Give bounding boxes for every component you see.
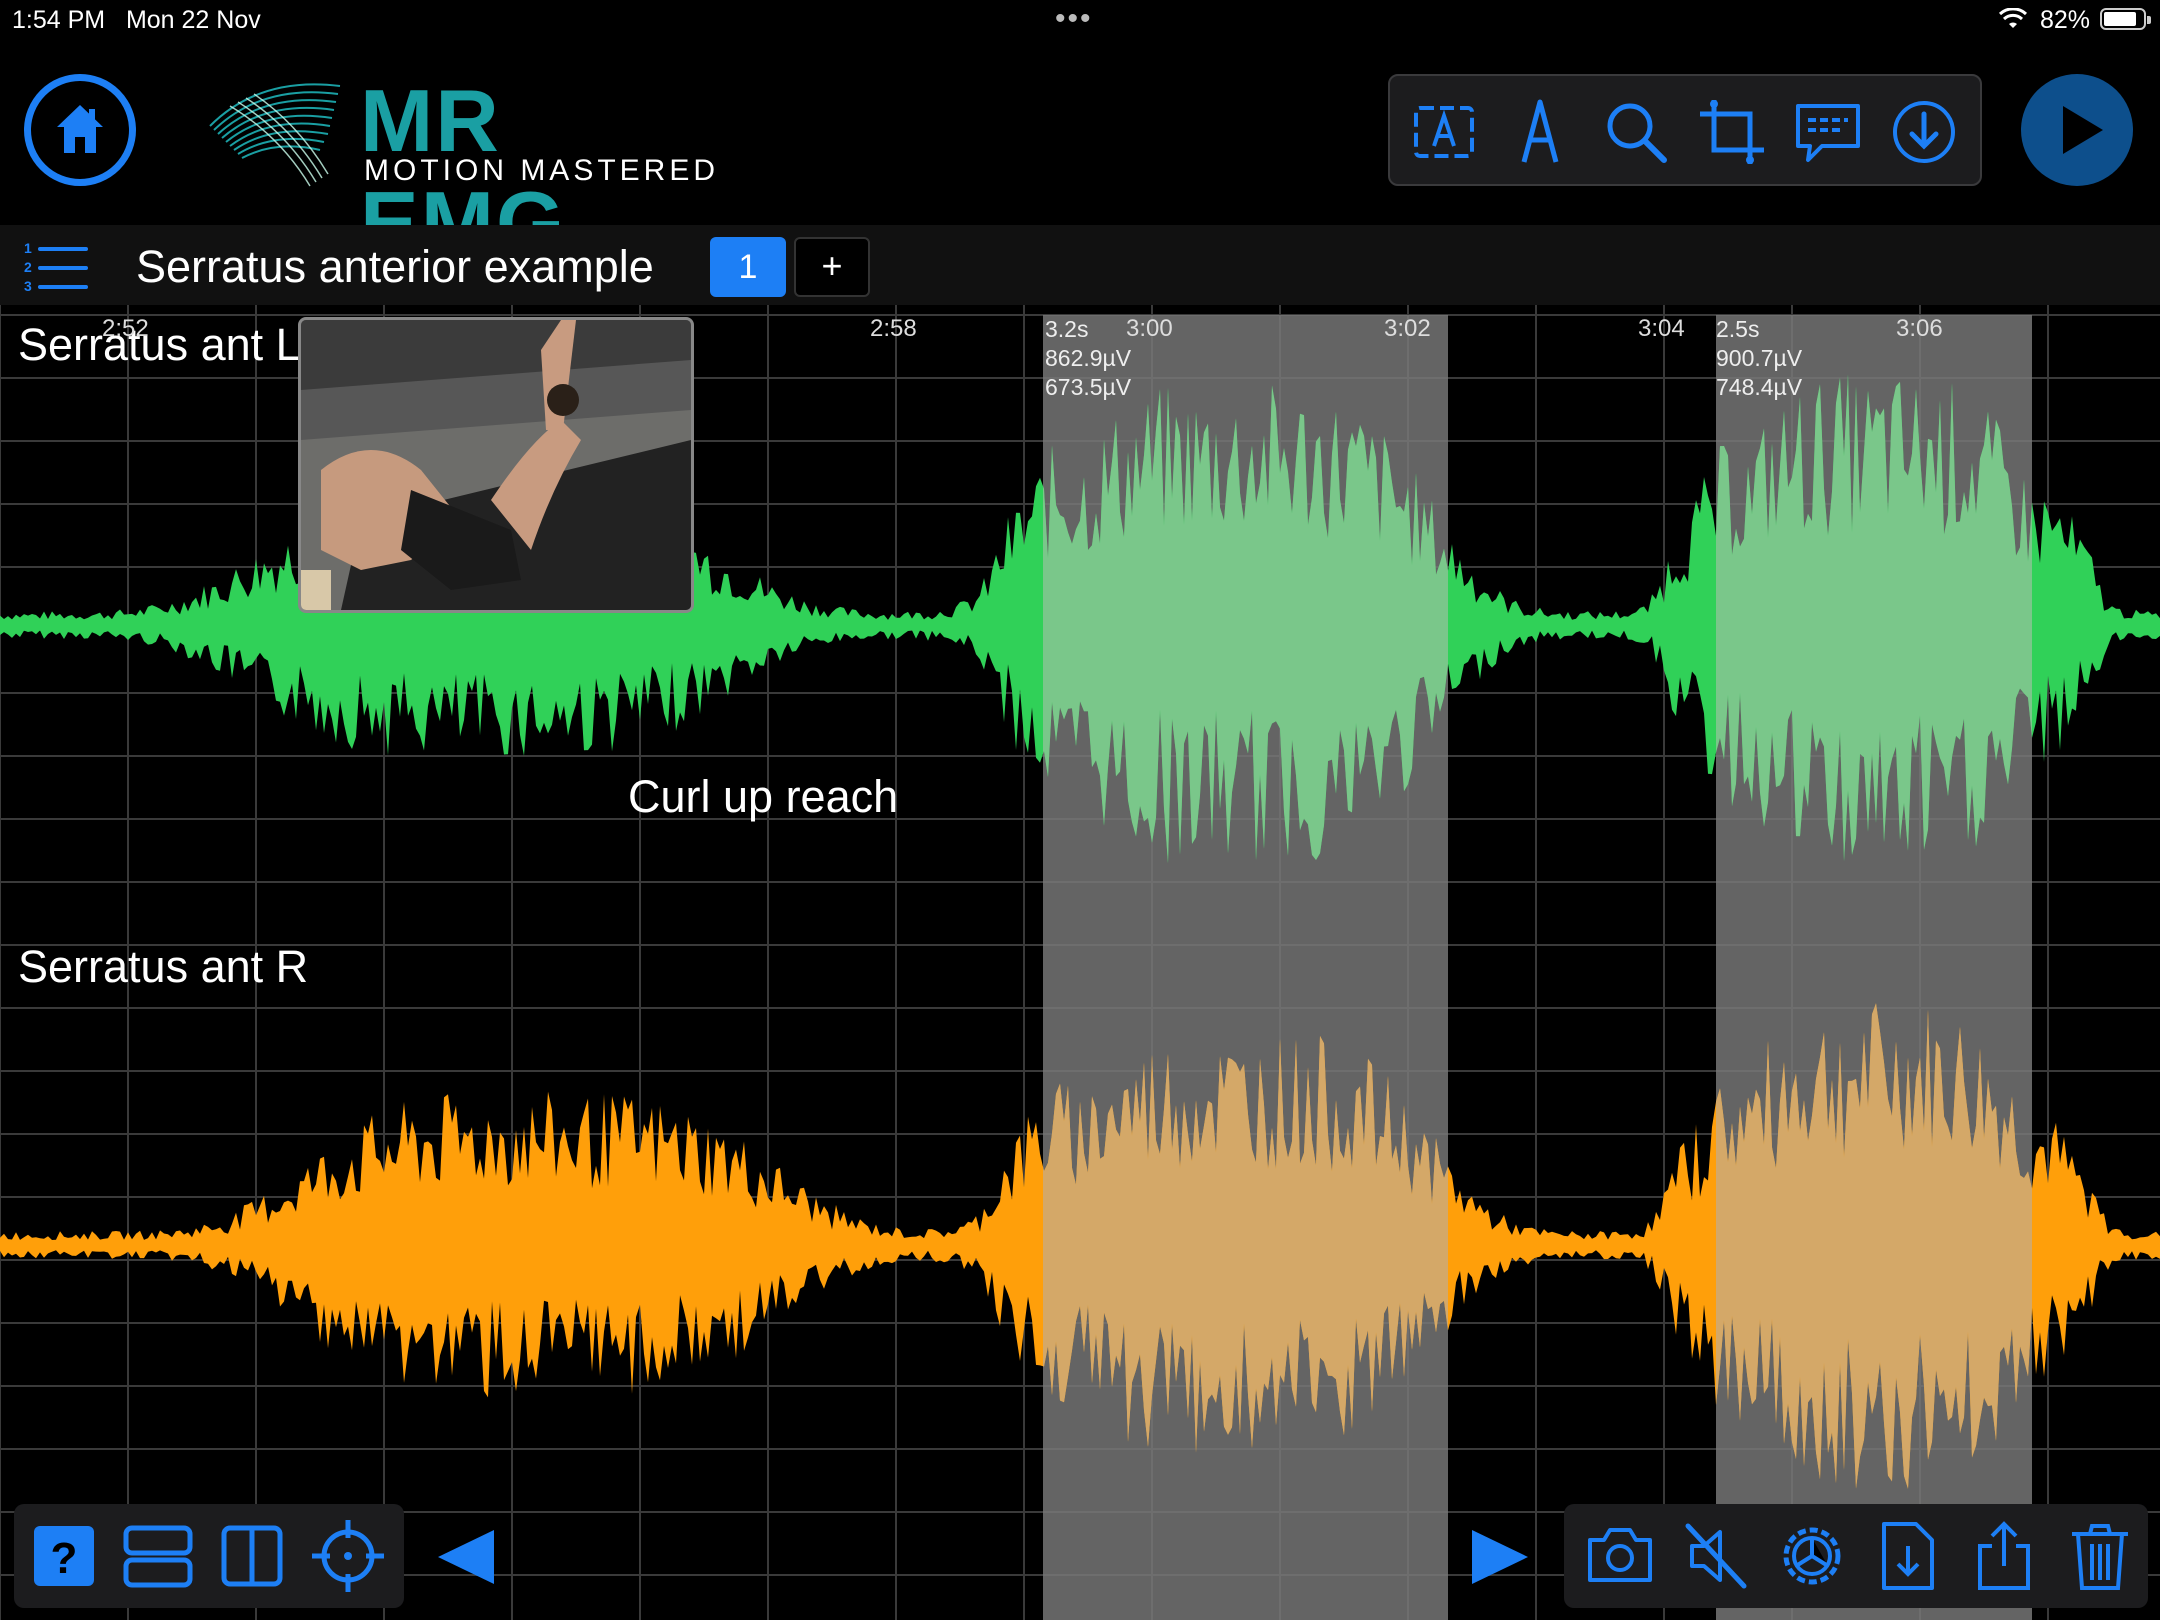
pen-icon [1521, 99, 1559, 163]
page-1-button[interactable]: 1 [710, 237, 786, 297]
layout-toolbar: ? [14, 1504, 404, 1608]
action-toolbar [1564, 1504, 2148, 1608]
svg-text:3: 3 [24, 278, 32, 294]
logo-mark-icon [209, 83, 341, 187]
settings-button[interactable] [1774, 1518, 1850, 1594]
selection-duration: 2.5s [1716, 316, 1760, 342]
selection-mean: 748.4µV [1716, 374, 1803, 400]
share-icon [1978, 1521, 2030, 1590]
selection-stats-2: 2.5s 900.7µV 748.4µV [1716, 315, 1802, 402]
selection-peak: 900.7µV [1716, 345, 1803, 371]
numbered-list-icon[interactable]: 1 2 3 [22, 239, 90, 295]
session-title-bar: 1 2 3 Serratus anterior example 1 + [0, 225, 2160, 305]
battery-percent: 82% [2040, 6, 2091, 34]
multitasking-dots[interactable]: ••• [1055, 2, 1093, 36]
video-thumbnail[interactable] [298, 317, 694, 613]
brand-logo: MR EMG MOTION MASTERED [200, 66, 720, 272]
crosshair-icon [312, 1520, 384, 1592]
selection-mean: 673.5µV [1045, 374, 1132, 400]
crop-icon [1700, 100, 1764, 164]
split-layout-icon [221, 1525, 283, 1587]
play-icon [2063, 106, 2103, 154]
export-file-button[interactable] [1870, 1518, 1946, 1594]
text-box-icon [1414, 106, 1474, 158]
right-arrow-icon [1472, 1530, 1528, 1584]
annotation-toolbar [1388, 74, 1982, 186]
status-time: 1:54 PM Mon 22 Nov [12, 6, 261, 34]
mute-button[interactable] [1678, 1518, 1754, 1594]
time-tick: 2:52 [102, 315, 149, 342]
text-box-button[interactable] [1408, 96, 1480, 168]
wifi-icon [1998, 8, 2028, 28]
mute-icon [1685, 1523, 1747, 1589]
pen-button[interactable] [1504, 96, 1576, 168]
home-icon [57, 105, 103, 153]
add-page-button[interactable]: + [794, 237, 870, 297]
time-tick: 3:04 [1638, 315, 1685, 342]
download-icon [1893, 101, 1955, 163]
comment-button[interactable] [1792, 96, 1864, 168]
help-button[interactable]: ? [26, 1518, 102, 1594]
svg-text:2: 2 [24, 259, 32, 275]
delete-button[interactable] [2062, 1518, 2138, 1594]
svg-text:1: 1 [24, 240, 32, 256]
export-file-icon [1882, 1522, 1934, 1590]
camera-icon [1588, 1528, 1652, 1582]
time-tick: 2:58 [870, 315, 917, 342]
status-bar: 1:54 PM Mon 22 Nov ••• 82% [0, 0, 2160, 40]
channel-label-right: Serratus ant R [18, 941, 309, 992]
stacked-layout-button[interactable] [120, 1518, 196, 1594]
split-layout-button[interactable] [214, 1518, 290, 1594]
home-button[interactable] [24, 74, 136, 186]
search-icon [1607, 103, 1667, 163]
trash-icon [2072, 1524, 2128, 1590]
share-button[interactable] [1966, 1518, 2042, 1594]
battery-icon [2100, 8, 2151, 30]
download-button[interactable] [1888, 96, 1960, 168]
brand-tagline: MOTION MASTERED [364, 154, 720, 187]
channel-label-left: Serratus ant L [18, 319, 301, 370]
next-button[interactable] [1466, 1524, 1532, 1590]
time-tick: 3:06 [1896, 315, 1943, 342]
selection-stats-1: 3.2s 862.9µV 673.5µV [1045, 315, 1131, 402]
emg-chart-area[interactable]: Serratus ant L Serratus ant R 2:52 2:58 … [0, 305, 2160, 1620]
crosshair-button[interactable] [310, 1518, 386, 1594]
selection-duration: 3.2s [1045, 316, 1089, 342]
session-title[interactable]: Serratus anterior example [136, 241, 654, 293]
time-tick: 3:00 [1126, 315, 1173, 342]
crop-button[interactable] [1696, 96, 1768, 168]
comment-icon [1796, 104, 1860, 162]
camera-button[interactable] [1582, 1518, 1658, 1594]
exercise-video-image [301, 320, 691, 610]
annotation-label[interactable]: Curl up reach [628, 771, 898, 823]
stacked-layout-icon [123, 1525, 193, 1588]
help-icon: ? [34, 1526, 94, 1586]
settings-gear-icon [1783, 1527, 1841, 1585]
selection-peak: 862.9µV [1045, 345, 1132, 371]
time-tick: 3:02 [1384, 315, 1431, 342]
zoom-button[interactable] [1600, 96, 1672, 168]
play-button[interactable] [2021, 74, 2133, 186]
previous-button[interactable] [434, 1524, 500, 1590]
svg-text:?: ? [51, 1534, 78, 1583]
app-header: MR EMG MOTION MASTERED [0, 40, 2160, 272]
left-arrow-icon [438, 1530, 494, 1584]
